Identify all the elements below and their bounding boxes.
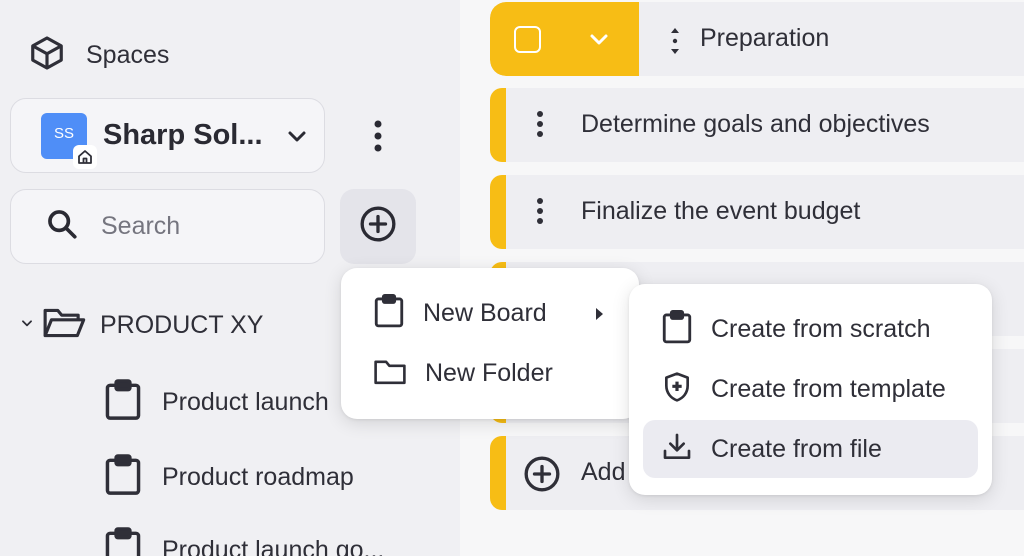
folder-open-icon: [42, 305, 86, 346]
search-icon: [45, 207, 79, 246]
chevron-down-icon[interactable]: [20, 316, 34, 335]
add-menu: New Board New Folder: [341, 268, 639, 419]
clipboard-icon: [373, 293, 405, 333]
download-icon: [661, 431, 693, 468]
board-item-product-launch[interactable]: Product launch: [104, 379, 329, 426]
drag-handle-icon[interactable]: [668, 28, 682, 59]
clipboard-icon: [661, 309, 693, 349]
more-vertical-icon[interactable]: [536, 110, 544, 143]
task-row[interactable]: Finalize the event budget: [490, 175, 1024, 249]
board-item-product-launch-go[interactable]: Product launch go...: [104, 527, 384, 556]
workspace-more-button[interactable]: [360, 112, 396, 160]
task-title: Determine goals and objectives: [581, 110, 930, 138]
caret-right-icon: [596, 308, 603, 320]
submenu-item-label: Create from file: [711, 434, 882, 463]
workspace-initials: SS: [53, 125, 74, 142]
more-vertical-icon[interactable]: [536, 197, 544, 230]
workspace-name: Sharp Sol...: [103, 119, 263, 151]
home-icon: [73, 144, 97, 169]
search-field[interactable]: [10, 189, 325, 264]
workspace-selector[interactable]: SS Sharp Sol...: [10, 98, 325, 173]
more-vertical-icon: [374, 120, 382, 152]
board-item-label: Product roadmap: [162, 463, 354, 491]
folder-icon: [373, 356, 407, 391]
folder-label: PRODUCT XY: [100, 311, 264, 339]
group-header: Preparation: [490, 2, 1024, 76]
search-input[interactable]: [101, 212, 301, 241]
clipboard-icon: [104, 379, 142, 426]
submenu-item-create-from-scratch[interactable]: Create from scratch: [643, 300, 978, 358]
cube-icon: [28, 34, 66, 77]
folder-product-xy[interactable]: PRODUCT XY: [20, 305, 263, 346]
task-row[interactable]: Determine goals and objectives: [490, 88, 1024, 162]
plus-circle-icon: [358, 204, 398, 249]
add-task-label: Add: [581, 458, 626, 486]
submenu-item-label: Create from scratch: [711, 314, 931, 343]
plus-circle-icon: [522, 454, 562, 499]
board-item-product-roadmap[interactable]: Product roadmap: [104, 454, 354, 501]
add-button[interactable]: [340, 189, 416, 264]
submenu-item-label: Create from template: [711, 374, 946, 403]
menu-item-label: New Board: [423, 298, 547, 327]
board-item-label: Product launch: [162, 388, 329, 416]
board-item-label: Product launch go...: [162, 536, 385, 556]
clipboard-icon: [104, 454, 142, 501]
submenu-item-create-from-file[interactable]: Create from file: [643, 420, 978, 478]
menu-item-new-board[interactable]: New Board: [355, 284, 625, 342]
group-title[interactable]: Preparation: [700, 24, 829, 53]
chevron-down-icon: [285, 124, 309, 148]
chevron-down-icon[interactable]: [587, 27, 611, 56]
workspace-avatar: SS: [41, 112, 97, 169]
menu-item-new-folder[interactable]: New Folder: [355, 344, 625, 402]
clipboard-icon: [104, 527, 142, 556]
new-board-submenu: Create from scratch Create from template…: [629, 284, 992, 495]
submenu-item-create-from-template[interactable]: Create from template: [643, 360, 978, 418]
task-title: Finalize the event budget: [581, 197, 861, 225]
menu-item-label: New Folder: [425, 358, 553, 387]
spaces-label: Spaces: [86, 41, 170, 69]
spaces-header[interactable]: Spaces: [28, 34, 169, 77]
group-header-accent: [490, 2, 639, 76]
group-select-checkbox[interactable]: [514, 26, 541, 53]
shield-plus-icon: [661, 370, 693, 409]
